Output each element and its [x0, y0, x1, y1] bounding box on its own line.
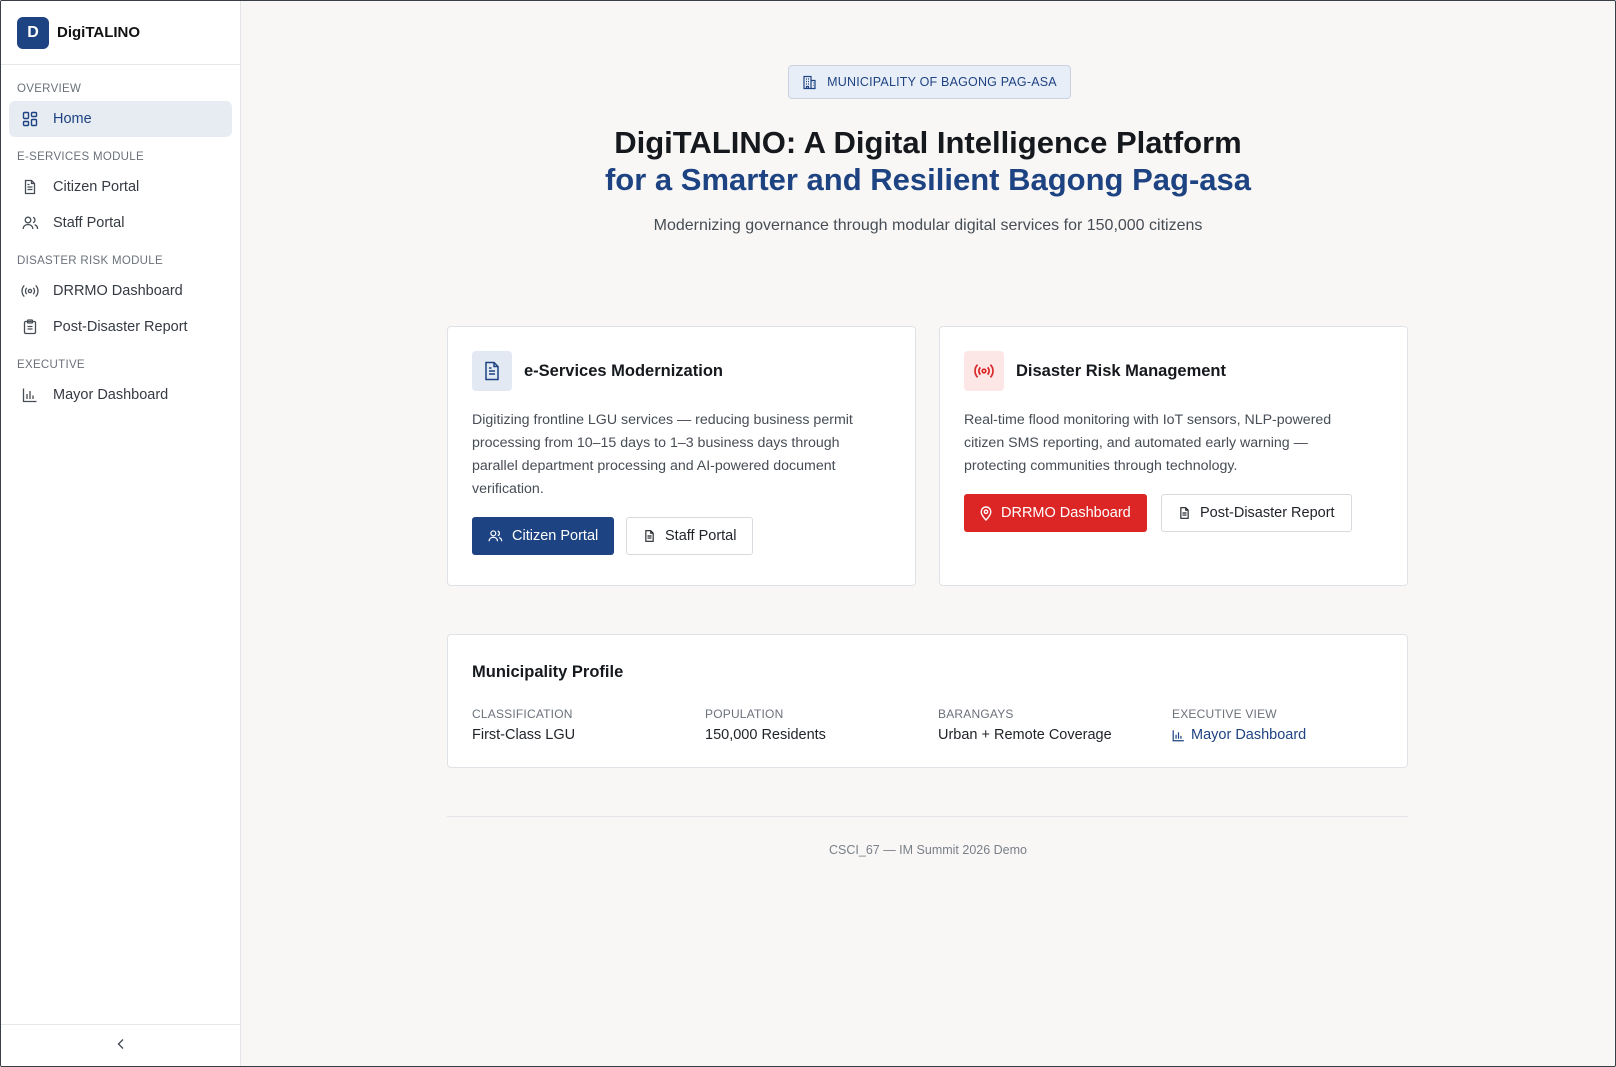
button-label: DRRMO Dashboard: [1001, 505, 1131, 521]
sidebar-item-label: Staff Portal: [53, 215, 125, 231]
button-label: Citizen Portal: [512, 528, 599, 544]
stat-label: BARANGAYS: [938, 707, 1014, 721]
staff-portal-button[interactable]: Staff Portal: [626, 517, 754, 555]
main-content: MUNICIPALITY OF BAGONG PAG-ASA DigiTALIN…: [241, 1, 1615, 1066]
sidebar-item-staff-portal[interactable]: Staff Portal: [9, 205, 232, 241]
button-label: Staff Portal: [665, 528, 737, 544]
page-title-line1: DigiTALINO: A Digital Intelligence Platf…: [614, 125, 1242, 160]
stat-value: First-Class LGU: [472, 727, 576, 743]
grid-icon: [21, 110, 39, 128]
mayor-dashboard-link[interactable]: Mayor Dashboard: [1172, 727, 1306, 743]
card-title: e-Services Modernization: [524, 361, 723, 380]
stat-executive-view: EXECUTIVE VIEW Mayor Dashboard: [1172, 707, 1306, 743]
app-window: D DigiTALINO OVERVIEW Home E-SERVICES MO…: [0, 0, 1616, 1067]
citizen-portal-button[interactable]: Citizen Portal: [472, 517, 615, 555]
disaster-card: Disaster Risk Management Real-time flood…: [939, 326, 1408, 586]
page-title-line2: for a Smarter and Resilient Bagong Pag-a…: [604, 162, 1251, 197]
stat-classification: CLASSIFICATION First-Class LGU: [472, 707, 575, 743]
map-pin-icon: [980, 505, 992, 521]
nav-section-label: EXECUTIVE: [17, 359, 85, 371]
users-icon: [21, 214, 39, 232]
nav-group-executive: EXECUTIVE Mayor Dashboard: [9, 359, 232, 413]
sidebar-item-label: Mayor Dashboard: [53, 387, 169, 403]
nav-group-overview: OVERVIEW Home: [9, 83, 232, 137]
stat-label: POPULATION: [705, 707, 784, 721]
link-label: Mayor Dashboard: [1191, 727, 1307, 743]
stat-label: EXECUTIVE VIEW: [1172, 707, 1277, 721]
stat-population: POPULATION 150,000 Residents: [705, 707, 826, 743]
municipality-profile-card: Municipality Profile CLASSIFICATION Firs…: [447, 634, 1408, 768]
drrmo-dashboard-button[interactable]: DRRMO Dashboard: [964, 494, 1147, 532]
sidebar-item-label: DRRMO Dashboard: [53, 283, 183, 299]
municipality-badge: MUNICIPALITY OF BAGONG PAG-ASA: [788, 65, 1071, 99]
sidebar-item-label: Post-Disaster Report: [53, 319, 188, 335]
profile-title: Municipality Profile: [472, 663, 624, 681]
sidebar-item-label: Citizen Portal: [53, 179, 140, 195]
sidebar-item-label: Home: [53, 111, 92, 127]
broadcast-icon: [964, 351, 1004, 391]
nav-section-label: OVERVIEW: [17, 83, 82, 95]
stat-value: Urban + Remote Coverage: [938, 727, 1112, 743]
card-header: e-Services Modernization: [472, 351, 723, 391]
stat-label: CLASSIFICATION: [472, 707, 573, 721]
nav-group-eservices: E-SERVICES MODULE Citizen Portal Staff P…: [9, 151, 232, 241]
card-description: Real-time flood monitoring with IoT sens…: [964, 412, 1332, 474]
nav-section-label: DISASTER RISK MODULE: [17, 255, 163, 267]
sidebar-item-post-disaster-report[interactable]: Post-Disaster Report: [9, 309, 232, 345]
brand-name: DigiTALINO: [57, 24, 141, 41]
document-icon: [1178, 506, 1191, 520]
nav-group-disaster: DISASTER RISK MODULE DRRMO Dashboard Pos…: [9, 255, 232, 345]
document-icon: [472, 351, 512, 391]
chevron-left-icon: [116, 1037, 126, 1055]
post-disaster-report-button[interactable]: Post-Disaster Report: [1161, 494, 1352, 532]
footer-text: CSCI_67 — IM Summit 2026 Demo: [829, 843, 1027, 857]
users-icon: [488, 529, 503, 543]
nav-section-label: E-SERVICES MODULE: [17, 151, 144, 163]
bar-chart-icon: [1172, 729, 1185, 742]
sidebar-item-citizen-portal[interactable]: Citizen Portal: [9, 169, 232, 205]
eservices-card: e-Services Modernization Digitizing fron…: [447, 326, 916, 586]
document-icon: [643, 529, 656, 543]
page-subtitle: Modernizing governance through modular d…: [653, 217, 1203, 234]
bar-chart-icon: [21, 386, 39, 404]
card-title: Disaster Risk Management: [1016, 361, 1226, 380]
broadcast-icon: [21, 282, 39, 300]
brand[interactable]: D DigiTALINO: [1, 1, 240, 65]
sidebar-item-home[interactable]: Home: [9, 101, 232, 137]
document-icon: [21, 178, 39, 196]
card-description: Digitizing frontline LGU services — redu…: [472, 412, 853, 497]
sidebar-nav: OVERVIEW Home E-SERVICES MODULE Citizen …: [1, 65, 240, 413]
page-title: DigiTALINO: A Digital Intelligence Platf…: [241, 124, 1615, 198]
collapse-sidebar-button[interactable]: [1, 1024, 240, 1066]
button-label: Post-Disaster Report: [1200, 505, 1335, 521]
sidebar-item-mayor-dashboard[interactable]: Mayor Dashboard: [9, 377, 232, 413]
stat-value: 150,000 Residents: [705, 727, 826, 743]
brand-logo: D: [17, 16, 49, 49]
card-header: Disaster Risk Management: [964, 351, 1226, 391]
footer-divider: [447, 816, 1408, 817]
sidebar-item-drrmo-dashboard[interactable]: DRRMO Dashboard: [9, 273, 232, 309]
building-icon: [802, 75, 817, 90]
badge-label: MUNICIPALITY OF BAGONG PAG-ASA: [827, 75, 1057, 89]
stat-barangays: BARANGAYS Urban + Remote Coverage: [938, 707, 1112, 743]
clipboard-icon: [21, 318, 39, 336]
sidebar: D DigiTALINO OVERVIEW Home E-SERVICES MO…: [1, 1, 241, 1066]
